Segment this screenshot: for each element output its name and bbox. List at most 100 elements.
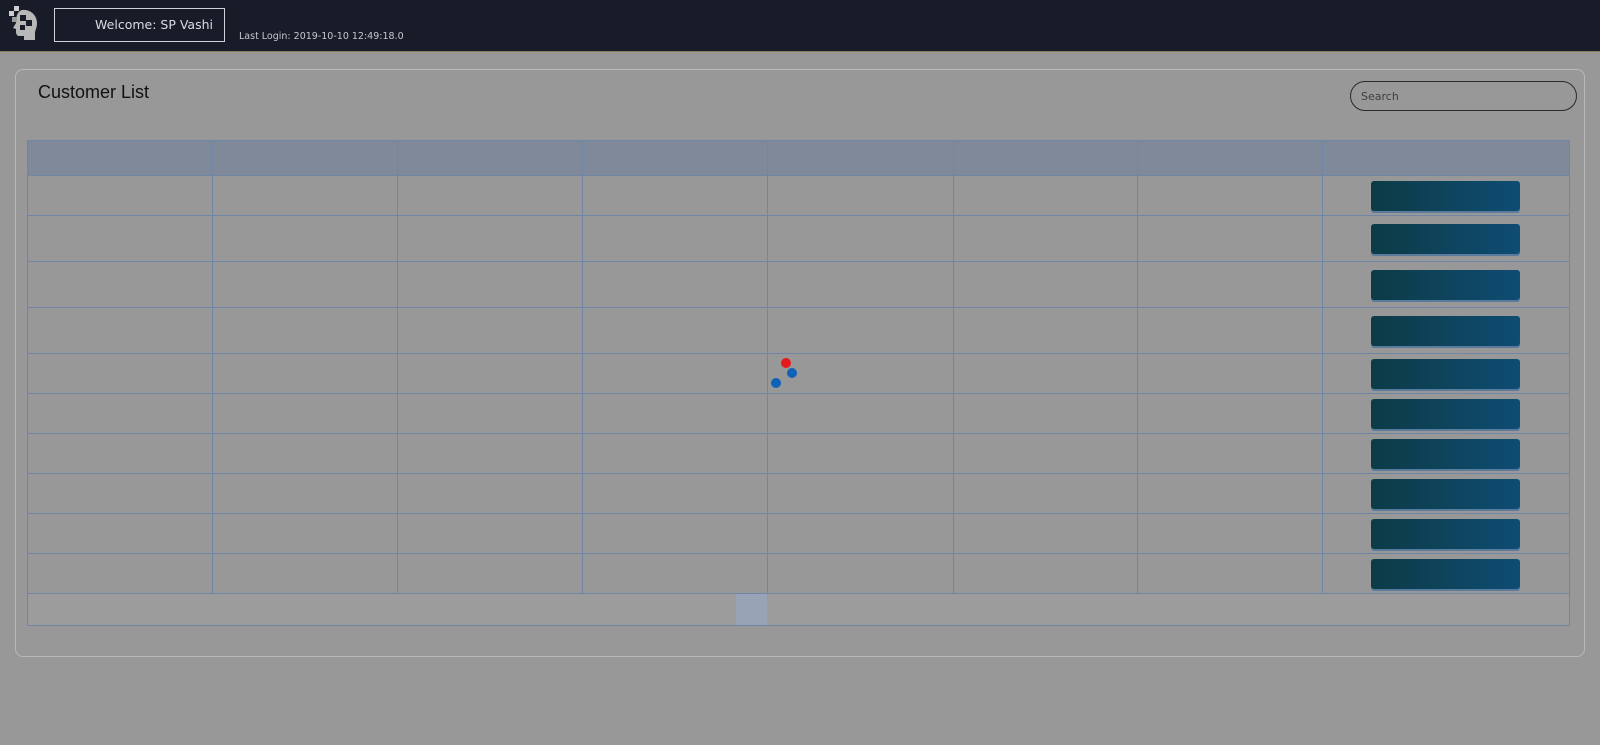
table-cell xyxy=(396,473,583,514)
column-header[interactable] xyxy=(1136,140,1323,176)
table-cell xyxy=(581,473,768,514)
table-cell xyxy=(581,215,768,262)
table-cell xyxy=(27,513,213,554)
table-cell xyxy=(766,553,954,594)
row-action-button[interactable] xyxy=(1371,518,1521,549)
table-cell xyxy=(952,553,1138,594)
action-cell xyxy=(1321,175,1571,216)
table-cell xyxy=(581,175,768,216)
table-cell xyxy=(211,393,398,434)
column-header[interactable] xyxy=(581,140,768,176)
table-cell xyxy=(766,175,954,216)
table-cell xyxy=(27,553,213,594)
table-header xyxy=(27,140,1571,176)
table-cell xyxy=(211,215,398,262)
table-cell xyxy=(211,353,398,394)
current-page-button[interactable] xyxy=(736,594,767,625)
table-cell xyxy=(952,175,1138,216)
row-action-button[interactable] xyxy=(1371,358,1521,389)
page-title: Customer List xyxy=(38,82,150,102)
pager-cell xyxy=(27,593,1570,626)
action-cell xyxy=(1321,393,1571,434)
table-cell xyxy=(27,215,213,262)
table-cell xyxy=(27,175,213,216)
row-action-button[interactable] xyxy=(1371,223,1521,254)
table-cell xyxy=(581,553,768,594)
table-cell xyxy=(1136,513,1323,554)
table-row xyxy=(27,513,1571,554)
table-cell xyxy=(396,513,583,554)
table-cell xyxy=(952,215,1138,262)
table-cell xyxy=(1136,261,1323,308)
table-row xyxy=(27,393,1571,434)
table-pager-row xyxy=(27,593,1570,626)
table-cell xyxy=(396,307,583,354)
table-cell xyxy=(211,473,398,514)
column-header[interactable] xyxy=(952,140,1138,176)
spinner-dot-blue xyxy=(787,368,797,378)
table-row xyxy=(27,553,1571,594)
column-header[interactable] xyxy=(1321,140,1571,176)
row-action-button[interactable] xyxy=(1371,478,1521,509)
row-action-button[interactable] xyxy=(1371,438,1521,469)
column-header[interactable] xyxy=(211,140,398,176)
table-cell xyxy=(27,433,213,474)
table-cell xyxy=(952,307,1138,354)
table-cell xyxy=(581,307,768,354)
table-cell xyxy=(211,433,398,474)
table-cell xyxy=(27,307,213,354)
table-cell xyxy=(952,433,1138,474)
table-cell xyxy=(1136,175,1323,216)
table-cell xyxy=(952,513,1138,554)
table-cell xyxy=(1136,393,1323,434)
table-cell xyxy=(27,393,213,434)
table-cell xyxy=(766,261,954,308)
row-action-button[interactable] xyxy=(1371,180,1521,211)
last-login-timestamp: Last Login: 2019-10-10 12:49:18.0 xyxy=(239,31,404,42)
table-cell xyxy=(581,433,768,474)
table-row xyxy=(27,261,1571,308)
table-cell xyxy=(211,307,398,354)
table-cell xyxy=(211,175,398,216)
table-cell xyxy=(211,553,398,594)
table-row xyxy=(27,433,1571,474)
column-header[interactable] xyxy=(27,140,213,176)
table-cell xyxy=(952,393,1138,434)
action-cell xyxy=(1321,215,1571,262)
table-cell xyxy=(1136,553,1323,594)
action-cell xyxy=(1321,261,1571,308)
row-action-button[interactable] xyxy=(1371,558,1521,589)
row-action-button[interactable] xyxy=(1371,398,1521,429)
action-cell xyxy=(1321,307,1571,354)
table-cell xyxy=(396,393,583,434)
table-cell xyxy=(581,393,768,434)
table-cell xyxy=(396,175,583,216)
table-cell xyxy=(766,433,954,474)
table-cell xyxy=(1136,353,1323,394)
table-cell xyxy=(396,553,583,594)
table-cell xyxy=(1136,215,1323,262)
top-header-bar: Welcome: SP Vashi Last Login: 2019-10-10… xyxy=(0,0,1600,52)
spinner-dot-red xyxy=(781,358,791,368)
table-cell xyxy=(1136,433,1323,474)
table-cell xyxy=(396,353,583,394)
column-header[interactable] xyxy=(396,140,583,176)
action-cell xyxy=(1321,553,1571,594)
action-cell xyxy=(1321,353,1571,394)
table-cell xyxy=(581,353,768,394)
table-header-row xyxy=(27,140,1571,176)
table-row xyxy=(27,215,1571,262)
table-cell xyxy=(396,433,583,474)
table-cell xyxy=(766,513,954,554)
column-header[interactable] xyxy=(766,140,954,176)
table-cell xyxy=(766,215,954,262)
table-cell xyxy=(952,473,1138,514)
action-cell xyxy=(1321,513,1571,554)
search-input[interactable] xyxy=(1350,81,1577,111)
table-cell xyxy=(1136,473,1323,514)
table-cell xyxy=(766,307,954,354)
table-cell xyxy=(27,473,213,514)
table-cell xyxy=(766,393,954,434)
row-action-button[interactable] xyxy=(1371,269,1521,300)
row-action-button[interactable] xyxy=(1371,315,1521,346)
